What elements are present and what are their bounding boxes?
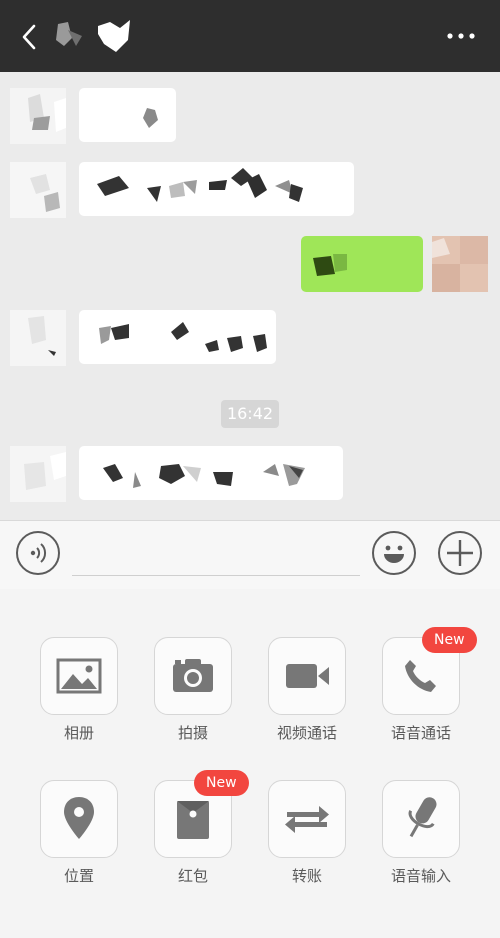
location-button[interactable]	[40, 780, 118, 858]
location-icon	[64, 797, 94, 839]
message-content-obscured	[143, 108, 158, 128]
message-content-obscured	[103, 464, 305, 488]
voice-icon[interactable]	[16, 531, 60, 575]
input-bar	[0, 520, 500, 590]
camera-button[interactable]	[154, 637, 232, 715]
message-content-obscured	[313, 254, 347, 276]
new-badge: New	[194, 770, 249, 796]
avatar-image	[10, 446, 66, 502]
avatar-image	[10, 310, 66, 366]
video-call-button[interactable]	[268, 637, 346, 715]
chevron-left-icon[interactable]	[16, 22, 44, 52]
emoji-icon[interactable]	[372, 531, 416, 575]
video-icon	[286, 664, 329, 688]
red-packet-label: 红包	[177, 867, 208, 885]
top-bar	[0, 0, 500, 72]
camera-icon	[173, 659, 213, 692]
voice-input-button[interactable]	[382, 780, 460, 858]
transfer-icon	[285, 806, 329, 833]
chat-area[interactable]: 16:42	[0, 72, 500, 520]
more-dots-icon[interactable]	[446, 30, 476, 42]
timestamp: 16:42	[221, 400, 279, 428]
message-input[interactable]	[72, 575, 360, 576]
avatar[interactable]	[10, 310, 66, 366]
avatar[interactable]	[10, 446, 66, 502]
album-label: 相册	[63, 724, 94, 742]
microphone-icon	[408, 797, 437, 838]
avatar[interactable]	[10, 88, 66, 144]
image-icon	[56, 658, 102, 694]
message-bubble-received[interactable]	[79, 310, 276, 364]
message-content-obscured	[99, 322, 267, 352]
message-bubble-sent[interactable]	[301, 236, 423, 292]
voice-input-label: 语音输入	[390, 867, 451, 885]
album-button[interactable]	[40, 637, 118, 715]
avatar-image	[10, 88, 66, 144]
avatar-image	[432, 236, 488, 292]
message-content-obscured	[97, 168, 303, 202]
avatar-self[interactable]	[432, 236, 488, 292]
voice-call-label: 语音通话	[390, 724, 451, 742]
function-panel: 相册 拍摄 视频通话 New 语音通话 位置 New 红包 转账 语音输入	[0, 589, 500, 938]
chat-title-obscured	[56, 20, 130, 52]
avatar[interactable]	[10, 162, 66, 218]
avatar-image	[10, 162, 66, 218]
transfer-label: 转账	[291, 867, 322, 885]
transfer-button[interactable]	[268, 780, 346, 858]
message-bubble-received[interactable]	[79, 88, 176, 142]
message-bubble-received[interactable]	[79, 446, 343, 500]
new-badge: New	[422, 627, 477, 653]
plus-icon[interactable]	[438, 531, 482, 575]
camera-label: 拍摄	[177, 724, 208, 742]
video-call-label: 视频通话	[276, 724, 337, 742]
location-label: 位置	[63, 867, 94, 885]
message-bubble-received[interactable]	[79, 162, 354, 216]
